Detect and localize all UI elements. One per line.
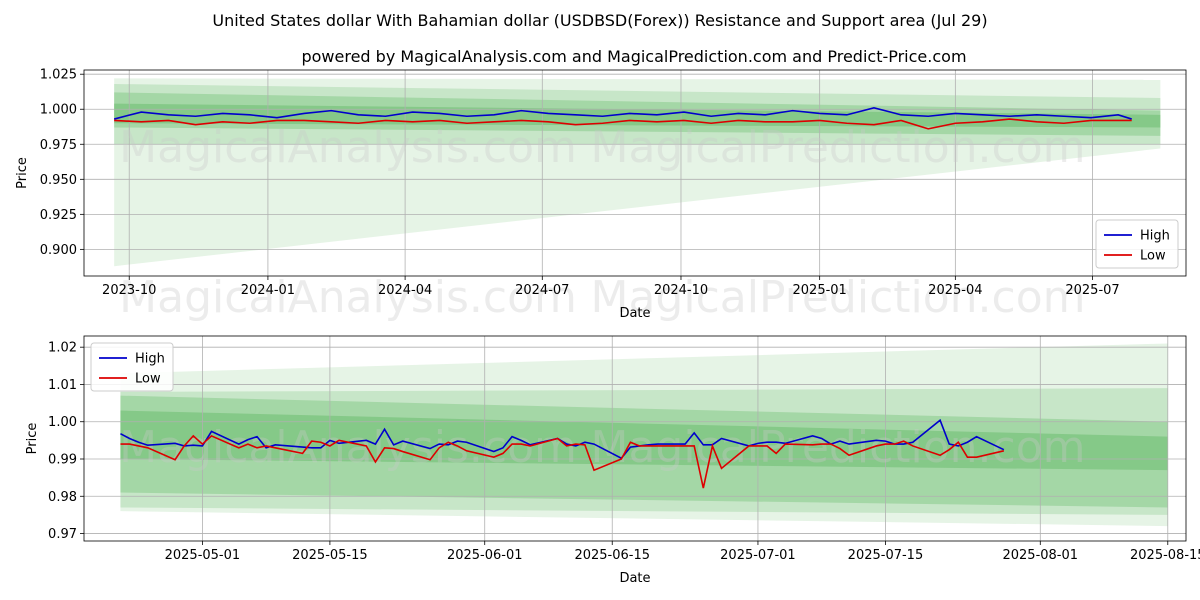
legend-label-low: Low <box>1140 249 1166 264</box>
x-tick-label: 2025-01 <box>793 283 847 298</box>
y-axis-label: Price <box>15 157 30 189</box>
x-tick-label: 2024-07 <box>515 283 569 298</box>
y-tick-label: 0.99 <box>48 453 77 468</box>
x-axis-label: Date <box>619 306 650 321</box>
y-axis-label: Price <box>25 423 40 455</box>
x-axis-label: Date <box>619 571 650 586</box>
x-tick-label: 2025-08-15 <box>1130 548 1200 563</box>
watermark-text: MagicalAnalysis.com <box>119 272 577 323</box>
top-chart: MagicalAnalysis.com MagicalPrediction.com… <box>15 68 1187 323</box>
x-tick-label: 2025-05-01 <box>165 548 241 563</box>
x-tick-label: 2025-08-01 <box>1002 548 1078 563</box>
y-tick-label: 1.000 <box>40 103 77 118</box>
legend-label-low: Low <box>135 372 161 387</box>
y-tick-label: 0.97 <box>48 527 77 542</box>
x-tick-label: 2025-07-15 <box>848 548 924 563</box>
x-tick-label: 2025-07-01 <box>720 548 796 563</box>
legend-label-high: High <box>1140 229 1170 244</box>
y-tick-label: 1.00 <box>48 415 77 430</box>
y-tick-label: 1.01 <box>48 378 77 393</box>
x-tick-label: 2025-06-01 <box>447 548 523 563</box>
chart-title: United States dollar With Bahamian dolla… <box>212 11 987 30</box>
x-tick-label: 2025-06-15 <box>574 548 650 563</box>
x-tick-label: 2024-04 <box>378 283 432 298</box>
watermark-text: MagicalAnalysis.com <box>119 122 577 173</box>
x-tick-label: 2024-10 <box>654 283 708 298</box>
figure: United States dollar With Bahamian dolla… <box>15 11 1200 586</box>
bottom-chart: MagicalAnalysis.com MagicalPrediction.com… <box>25 335 1200 586</box>
y-tick-label: 0.925 <box>40 208 77 223</box>
x-tick-label: 2025-04 <box>928 283 982 298</box>
legend: High Low <box>90 342 174 392</box>
y-tick-label: 0.900 <box>40 243 77 258</box>
legend-box <box>90 342 174 392</box>
y-tick-label: 1.025 <box>40 68 77 83</box>
x-tick-label: 2024-01 <box>241 283 295 298</box>
y-tick-label: 1.02 <box>48 341 77 356</box>
x-tick-label: 2025-07 <box>1065 283 1119 298</box>
y-tick-label: 0.975 <box>40 138 77 153</box>
chart-subtitle: powered by MagicalAnalysis.com and Magic… <box>301 47 966 66</box>
watermark-text: MagicalPrediction.com <box>591 122 1086 173</box>
x-tick-label: 2023-10 <box>102 283 156 298</box>
y-tick-label: 0.98 <box>48 490 77 505</box>
x-tick-label: 2025-05-15 <box>292 548 368 563</box>
legend-label-high: High <box>135 352 165 367</box>
legend-box <box>1095 219 1179 269</box>
y-tick-label: 0.950 <box>40 173 77 188</box>
legend: High Low <box>1095 219 1179 269</box>
